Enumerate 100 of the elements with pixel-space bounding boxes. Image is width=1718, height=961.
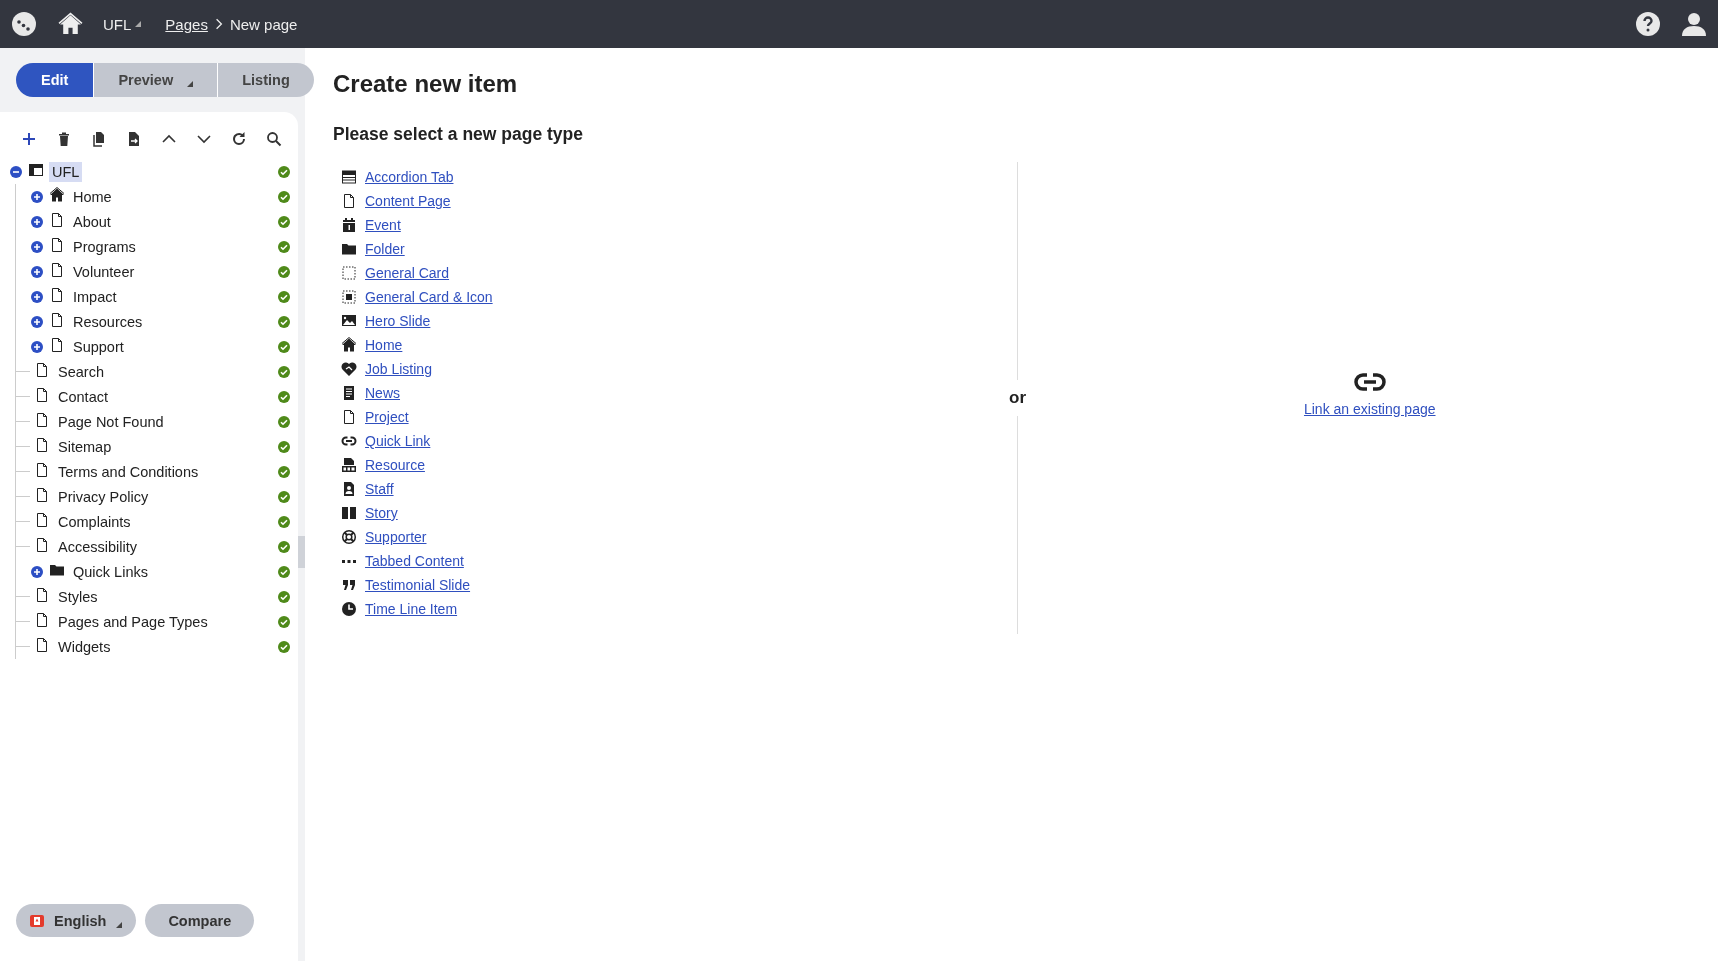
link-icon bbox=[341, 433, 357, 449]
page-type-link[interactable]: Time Line Item bbox=[365, 601, 458, 617]
page-icon bbox=[34, 611, 50, 628]
mode-tab[interactable]: Edit bbox=[16, 63, 94, 97]
page-icon bbox=[49, 311, 65, 328]
tree-item-label[interactable]: Widgets bbox=[55, 636, 114, 657]
house-icon bbox=[341, 337, 357, 353]
page-type-link[interactable]: Project bbox=[365, 409, 409, 425]
tree-item-label[interactable]: Privacy Policy bbox=[55, 486, 152, 507]
heart-icon bbox=[341, 361, 357, 377]
page-type-link[interactable]: Story bbox=[365, 505, 398, 521]
tree-item-label[interactable]: Impact bbox=[70, 286, 120, 307]
user-icon[interactable] bbox=[1682, 12, 1706, 36]
page-type-link[interactable]: Supporter bbox=[365, 529, 427, 545]
tree-item-label[interactable]: Volunteer bbox=[70, 261, 138, 282]
page-type-link[interactable]: General Card bbox=[365, 265, 450, 281]
page-icon bbox=[34, 586, 50, 603]
help-icon[interactable] bbox=[1636, 12, 1660, 36]
page-type-link[interactable]: Hero Slide bbox=[365, 313, 431, 329]
page-type-link[interactable]: Accordion Tab bbox=[365, 169, 454, 185]
page-type-link[interactable]: News bbox=[365, 385, 400, 401]
copy-icon[interactable] bbox=[91, 131, 107, 147]
tree-item-label[interactable]: Styles bbox=[55, 586, 101, 607]
page-type-link[interactable]: Folder bbox=[365, 241, 405, 257]
document-icon bbox=[341, 385, 357, 401]
link-existing-page[interactable]: Link an existing page bbox=[1303, 401, 1436, 417]
pdf-file-icon bbox=[341, 457, 357, 473]
section-heading: Please select a new page type bbox=[333, 124, 584, 145]
mode-tab[interactable]: Preview bbox=[93, 63, 218, 97]
page-icon bbox=[49, 336, 65, 353]
plus-icon[interactable] bbox=[21, 131, 37, 147]
expand-toggle[interactable] bbox=[31, 190, 43, 203]
refresh-icon[interactable] bbox=[231, 131, 247, 147]
tree-item-label[interactable]: Quick Links bbox=[70, 561, 151, 582]
page-type-link[interactable]: Content Page bbox=[365, 193, 451, 209]
page-icon bbox=[341, 193, 357, 209]
tree-item-label[interactable]: Home bbox=[70, 186, 115, 207]
tree-item-label[interactable]: Accessibility bbox=[55, 536, 140, 557]
tree-item-label[interactable]: Search bbox=[55, 361, 107, 382]
expand-toggle[interactable] bbox=[31, 215, 43, 228]
tree-item-label[interactable]: Page Not Found bbox=[55, 411, 167, 432]
tree-item-label[interactable]: UFL bbox=[49, 161, 83, 182]
tree-item-label[interactable]: Pages and Page Types bbox=[55, 611, 211, 632]
tree-item-label[interactable]: Contact bbox=[55, 386, 111, 407]
home-icon[interactable] bbox=[58, 11, 83, 37]
dashed-square-icon bbox=[341, 289, 357, 305]
folder-icon bbox=[341, 241, 357, 257]
page-icon bbox=[34, 411, 50, 428]
compare-button[interactable]: Compare bbox=[145, 904, 255, 937]
splitter-handle[interactable] bbox=[298, 536, 305, 568]
page-type-link[interactable]: Home bbox=[365, 337, 403, 353]
page-icon bbox=[34, 536, 50, 553]
mode-tab[interactable]: Listing bbox=[217, 63, 314, 97]
expand-toggle[interactable] bbox=[31, 340, 43, 353]
page-icon bbox=[34, 361, 50, 378]
clock-icon bbox=[341, 601, 357, 617]
image-icon bbox=[341, 313, 357, 329]
logo-icon[interactable] bbox=[12, 12, 36, 36]
page-icon bbox=[341, 409, 357, 425]
contact-file-icon bbox=[341, 481, 357, 497]
expand-toggle[interactable] bbox=[31, 290, 43, 303]
tree-item-label[interactable]: About bbox=[70, 211, 114, 232]
page-type-link[interactable]: General Card & Icon bbox=[365, 289, 493, 305]
page-type-link[interactable]: Testimonial Slide bbox=[365, 577, 471, 593]
calendar-icon bbox=[341, 217, 357, 233]
page-type-link[interactable]: Quick Link bbox=[365, 433, 431, 449]
language-dropdown[interactable]: English bbox=[16, 904, 137, 937]
tree-item-label[interactable]: Complaints bbox=[55, 511, 134, 532]
stacked-bars-icon bbox=[341, 169, 357, 185]
expand-toggle[interactable] bbox=[31, 565, 43, 578]
page-type-link[interactable]: Resource bbox=[365, 457, 425, 473]
breadcrumb-link[interactable]: Pages bbox=[165, 15, 208, 33]
layout-icon bbox=[28, 161, 44, 178]
dashed-square-icon bbox=[341, 265, 357, 281]
expand-toggle[interactable] bbox=[31, 240, 43, 253]
collapse-toggle[interactable] bbox=[10, 165, 22, 178]
link-icon bbox=[1353, 372, 1386, 392]
page-icon bbox=[34, 511, 50, 528]
page-icon bbox=[34, 436, 50, 453]
site-dropdown[interactable]: UFL bbox=[103, 15, 142, 33]
tree-item-label[interactable]: Terms and Conditions bbox=[55, 461, 202, 482]
expand-toggle[interactable] bbox=[31, 265, 43, 278]
dots-icon bbox=[341, 558, 357, 564]
trash-icon[interactable] bbox=[56, 131, 72, 147]
page-icon bbox=[49, 236, 65, 253]
page-icon bbox=[34, 486, 50, 503]
page-icon bbox=[49, 286, 65, 303]
tree-item-label[interactable]: Sitemap bbox=[55, 436, 115, 457]
quote-icon bbox=[341, 577, 357, 593]
expand-toggle[interactable] bbox=[31, 315, 43, 328]
search-icon[interactable] bbox=[266, 131, 282, 147]
page-type-link[interactable]: Staff bbox=[365, 481, 394, 497]
tree-item-label[interactable]: Resources bbox=[70, 311, 146, 332]
page-icon bbox=[49, 211, 65, 228]
tree-item-label[interactable]: Support bbox=[70, 336, 127, 357]
file-arrow-icon[interactable] bbox=[126, 131, 142, 147]
tree-item-label[interactable]: Programs bbox=[70, 236, 139, 257]
page-type-link[interactable]: Tabbed Content bbox=[365, 553, 464, 569]
page-type-link[interactable]: Job Listing bbox=[365, 361, 432, 377]
page-type-link[interactable]: Event bbox=[365, 217, 401, 233]
